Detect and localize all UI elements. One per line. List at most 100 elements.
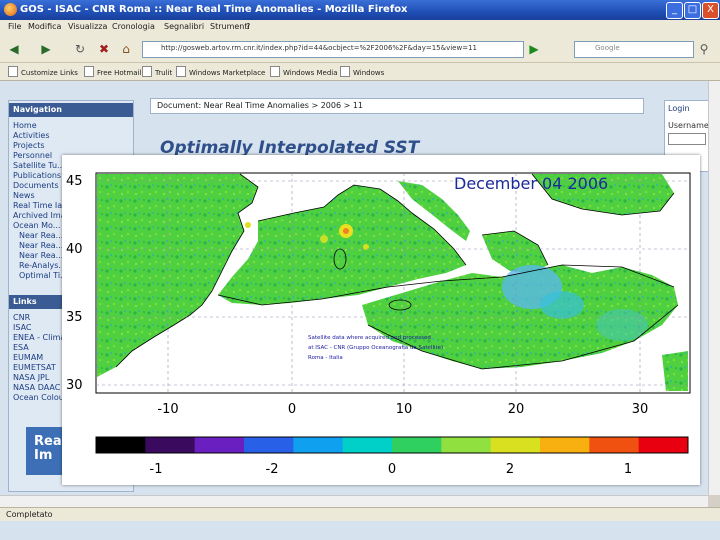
nav-item-projects[interactable]: Projects	[13, 141, 45, 150]
link-isac[interactable]: ISAC	[13, 323, 32, 332]
nav-item-news[interactable]: News	[13, 191, 35, 200]
menu-edit[interactable]: Modifica	[28, 22, 61, 31]
maximize-button[interactable]: □	[684, 2, 701, 19]
map-date-title: December 04 2006	[454, 174, 608, 193]
link-ocean-colour[interactable]: Ocean Colour	[13, 393, 67, 402]
colorbar-tick-label: 1	[624, 462, 632, 477]
page-bottom	[0, 521, 720, 540]
x-tick-label: 30	[632, 402, 649, 417]
link-cnr[interactable]: CNR	[13, 313, 30, 322]
link-nasa-jpl[interactable]: NASA JPL	[13, 373, 49, 382]
go-icon[interactable]: ▶	[526, 41, 542, 57]
link-eumetsat[interactable]: EUMETSAT	[13, 363, 56, 372]
username-label: Username	[668, 121, 709, 130]
y-tick-label: 45	[66, 174, 83, 189]
nav-item-activities[interactable]: Activities	[13, 131, 50, 140]
colorbar-segment	[540, 437, 590, 453]
bookmark-customize-links[interactable]: Customize Links	[8, 66, 78, 77]
address-bar[interactable]: http://gosweb.artov.rm.cnr.it/index.php?…	[142, 41, 524, 58]
colorbar-segment	[638, 437, 689, 453]
menu-help[interactable]: ?	[246, 22, 250, 31]
bookmark-trulit[interactable]: Trulit	[142, 66, 172, 77]
menu-tools[interactable]: Strumenti	[210, 22, 250, 31]
credit-line-3: Roma - Italia	[308, 355, 343, 361]
bookmarks-bar: Customize Links Free Hotmail Trulit Wind…	[0, 63, 720, 81]
minimize-button[interactable]: _	[666, 2, 683, 19]
navigation-heading: Navigation	[9, 103, 133, 117]
sst-map-svg: December 04 2006 Satellite data where ac…	[66, 172, 691, 477]
forward-icon[interactable]: ▶	[38, 41, 54, 57]
menu-bar: File Modifica Visualizza Cronologia Segn…	[0, 20, 720, 36]
x-tick-label: -10	[157, 402, 178, 417]
menu-history[interactable]: Cronologia	[112, 22, 155, 31]
colorbar-segment	[96, 437, 146, 453]
colorbar-tick-label: -2	[266, 462, 279, 477]
credit-line-1: Satellite data where acquired and proces…	[308, 335, 431, 341]
x-tick-label: 0	[288, 402, 296, 417]
search-input[interactable]: Google	[574, 41, 694, 58]
colorbar-tick-label: 0	[388, 462, 396, 477]
menu-view[interactable]: Visualizza	[68, 22, 107, 31]
bookmark-windows[interactable]: Windows	[340, 66, 384, 77]
search-placeholder: Google	[595, 44, 620, 52]
credit-line-2: at ISAC - CNR (Gruppo Oceanografia da Sa…	[308, 345, 443, 351]
y-tick-label: 40	[66, 242, 83, 257]
colorbar-segment	[490, 437, 541, 453]
nav-item-satellite[interactable]: Satellite Tu...	[13, 161, 65, 170]
colorbar-segment	[441, 437, 492, 453]
search-icon[interactable]: ⚲	[696, 41, 712, 57]
colorbar-segment	[342, 437, 393, 453]
nav-item-publications[interactable]: Publications	[13, 171, 61, 180]
document-breadcrumb-text: Document: Near Real Time Anomalies > 200…	[157, 101, 364, 110]
y-tick-label: 30	[66, 378, 83, 393]
menu-file[interactable]: File	[8, 22, 21, 31]
home-icon[interactable]: ⌂	[118, 41, 134, 57]
nav-subitem[interactable]: Near Rea...	[19, 241, 63, 250]
window-title-bar[interactable]: GOS - ISAC - CNR Roma :: Near Real Time …	[0, 0, 720, 20]
y-tick-label: 35	[66, 310, 83, 325]
banner-text: Rea Im	[34, 434, 62, 463]
nav-subitem[interactable]: Optimal Ti...	[19, 271, 68, 280]
nav-item-personnel[interactable]: Personnel	[13, 151, 52, 160]
login-heading: Login	[668, 104, 690, 113]
bookmark-free-hotmail[interactable]: Free Hotmail	[84, 66, 141, 77]
document-breadcrumb: Document: Near Real Time Anomalies > 200…	[150, 98, 644, 114]
vertical-scrollbar[interactable]	[708, 81, 720, 495]
window-title: GOS - ISAC - CNR Roma :: Near Real Time …	[20, 4, 408, 15]
link-esa[interactable]: ESA	[13, 343, 29, 352]
stop-icon[interactable]: ✖	[96, 41, 112, 57]
status-text: Completato	[6, 510, 53, 519]
colorbar-segment	[194, 437, 245, 453]
firefox-icon	[4, 3, 17, 16]
colorbar-segment	[293, 437, 344, 453]
bookmark-windows-marketplace[interactable]: Windows Marketplace	[176, 66, 265, 77]
colorbar-segment	[392, 437, 442, 453]
nav-subitem[interactable]: Re-Analys...	[19, 261, 66, 270]
username-field[interactable]	[668, 133, 706, 145]
bookmark-windows-media[interactable]: Windows Media	[270, 66, 338, 77]
nav-item-ocean[interactable]: Ocean Mo...	[13, 221, 60, 230]
link-nasa-daac[interactable]: NASA DAAC	[13, 383, 60, 392]
address-url: http://gosweb.artov.rm.cnr.it/index.php?…	[161, 44, 477, 52]
back-icon[interactable]: ◀	[6, 41, 22, 57]
menu-bookmarks[interactable]: Segnalibri	[164, 22, 204, 31]
real-time-banner[interactable]: Rea Im	[26, 427, 66, 475]
navigation-toolbar: ◀ ▶ ↻ ✖ ⌂ http://gosweb.artov.rm.cnr.it/…	[0, 36, 720, 63]
x-tick-label: 10	[396, 402, 413, 417]
colorbar-segment	[145, 437, 196, 453]
colorbar	[95, 436, 689, 454]
nav-item-home[interactable]: Home	[13, 121, 37, 130]
link-enea[interactable]: ENEA - Clima	[13, 333, 65, 342]
colorbar-segment	[244, 437, 294, 453]
colorbar-segment	[589, 437, 640, 453]
nav-subitem[interactable]: Near Rea...	[19, 251, 63, 260]
nav-item-documents[interactable]: Documents	[13, 181, 59, 190]
colorbar-tick-label: -1	[150, 462, 163, 477]
status-bar: Completato	[0, 507, 720, 522]
nav-subitem[interactable]: Near Rea...	[19, 231, 63, 240]
link-eumam[interactable]: EUMAM	[13, 353, 43, 362]
sst-anomaly-map-figure: December 04 2006 Satellite data where ac…	[62, 155, 700, 485]
close-button[interactable]: X	[702, 2, 719, 19]
reload-icon[interactable]: ↻	[72, 41, 88, 57]
x-tick-label: 20	[508, 402, 525, 417]
